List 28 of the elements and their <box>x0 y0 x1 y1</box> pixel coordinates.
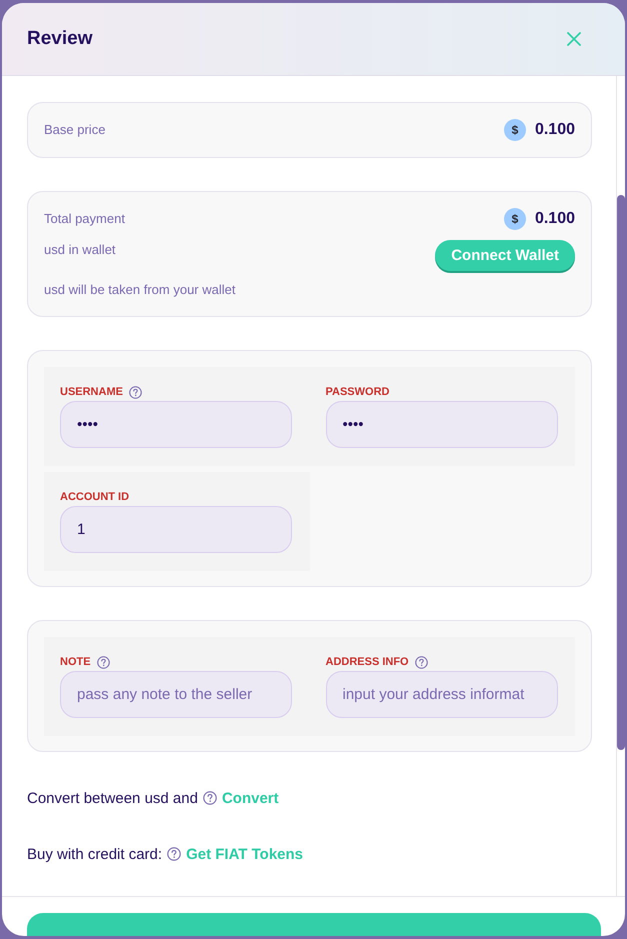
help-icon[interactable] <box>128 386 142 398</box>
field-label: USERNAME <box>60 385 123 399</box>
wallet-label: usd in wallet <box>44 241 116 259</box>
close-icon <box>567 32 581 46</box>
price-label: Base price <box>44 122 106 138</box>
coin-icon: $ <box>504 119 526 141</box>
total-label: Total payment <box>44 211 125 227</box>
coin-icon: $ <box>504 208 526 230</box>
help-icon[interactable] <box>202 791 217 805</box>
field-label: NOTE <box>60 655 91 669</box>
field-label: ACCOUNT ID <box>60 490 130 504</box>
text-field[interactable]: •••• <box>60 401 292 448</box>
info-text: Buy with credit card: <box>27 846 162 862</box>
text-field[interactable]: input your address informat <box>326 671 558 718</box>
scrollbar-thumb[interactable] <box>617 195 625 750</box>
field-label: PASSWORD <box>326 385 390 399</box>
help-icon[interactable] <box>414 656 428 668</box>
help-icon[interactable] <box>167 847 182 861</box>
text-field[interactable]: 1 <box>60 506 292 553</box>
help-icon[interactable] <box>96 656 110 668</box>
info-text: Convert between usd and <box>27 790 198 806</box>
wallet-note: usd will be taken from your wallet <box>44 282 236 298</box>
total-amount: 0.100 <box>534 210 575 228</box>
price-amount: 0.100 <box>534 121 575 139</box>
dialog-title: Review <box>27 28 92 50</box>
text-field[interactable]: •••• <box>326 401 558 448</box>
field-label: ADDRESS INFO <box>326 655 409 669</box>
text-field[interactable]: pass any note to the seller <box>60 671 292 718</box>
